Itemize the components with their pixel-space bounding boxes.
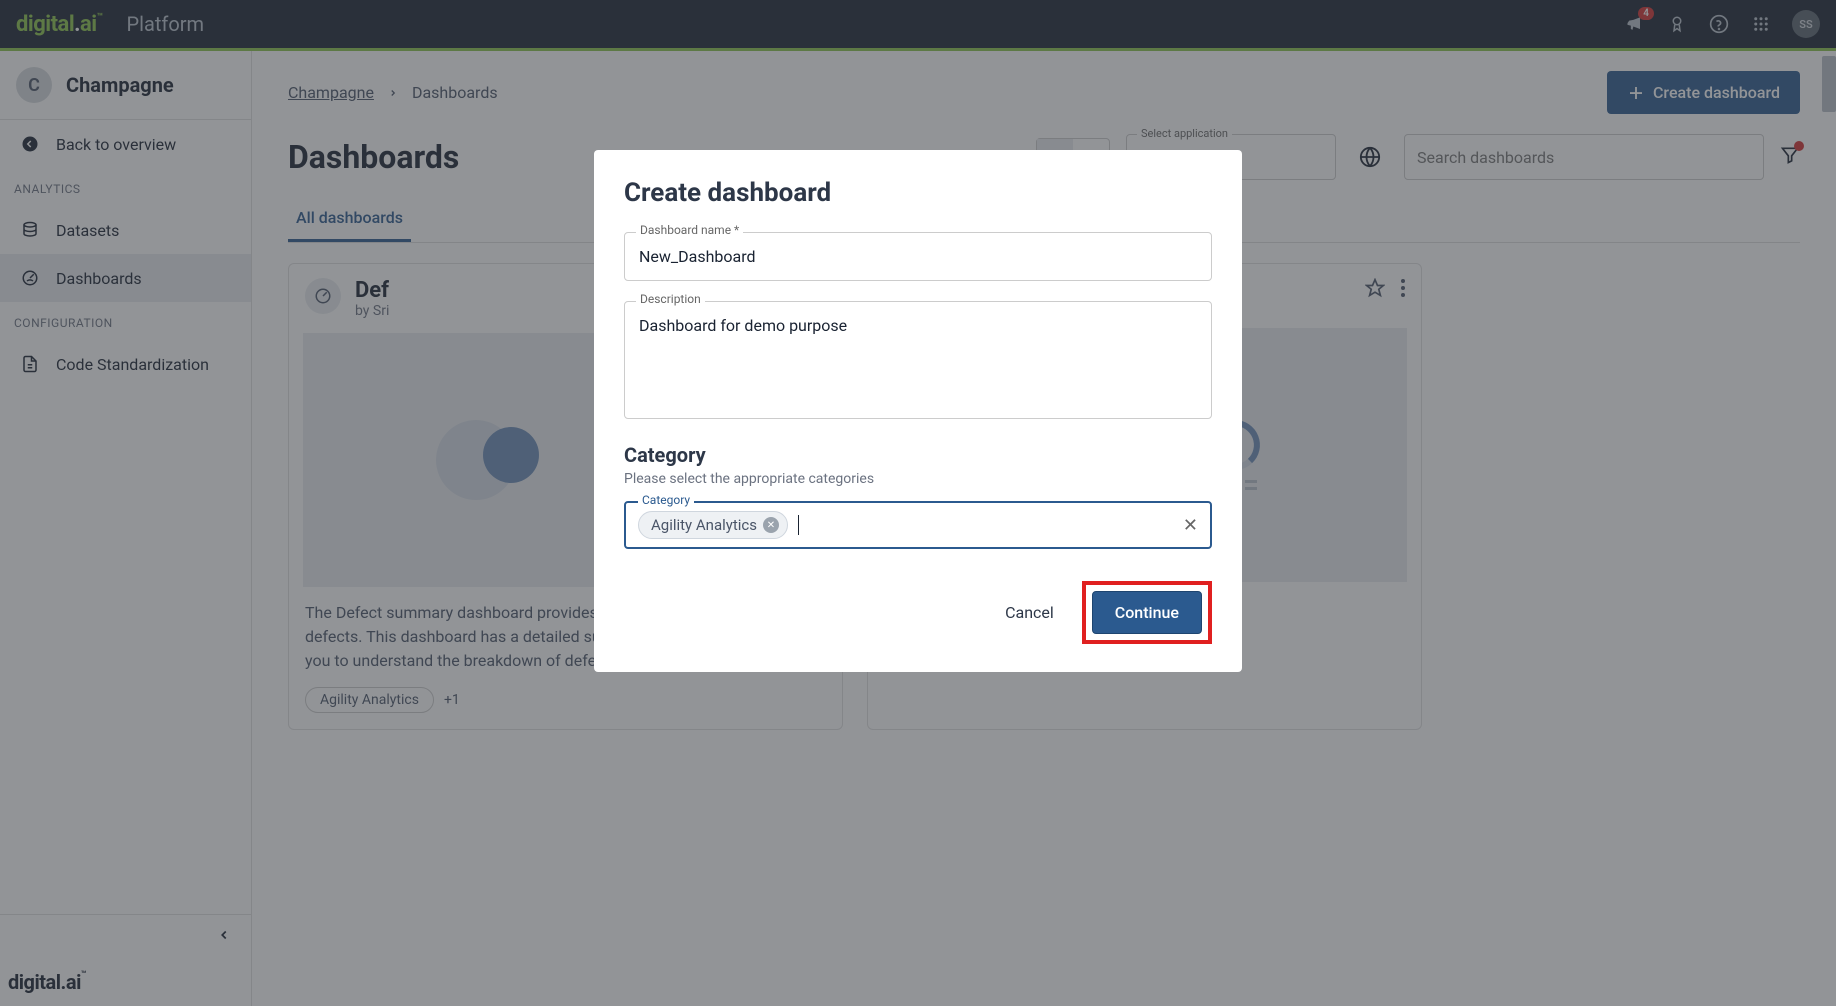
create-dashboard-modal: Create dashboard Dashboard name * Descri…	[594, 150, 1242, 672]
modal-overlay: Create dashboard Dashboard name * Descri…	[0, 0, 1836, 1006]
modal-title: Create dashboard	[624, 178, 1212, 208]
category-chip: Agility Analytics ✕	[638, 511, 788, 539]
cancel-button[interactable]: Cancel	[1001, 593, 1058, 632]
clear-icon[interactable]: ✕	[1183, 515, 1198, 536]
category-input[interactable]: Category Agility Analytics ✕ ✕	[624, 501, 1212, 549]
continue-button[interactable]: Continue	[1092, 591, 1202, 634]
description-input[interactable]	[624, 301, 1212, 419]
dashboard-name-input[interactable]	[624, 232, 1212, 281]
category-label: Category	[638, 493, 694, 507]
text-cursor	[798, 515, 799, 535]
category-section-title: Category	[624, 443, 1212, 467]
continue-highlight: Continue	[1082, 581, 1212, 644]
chip-remove-icon[interactable]: ✕	[763, 517, 779, 533]
name-label: Dashboard name *	[636, 223, 743, 237]
category-hint: Please select the appropriate categories	[624, 471, 1212, 487]
description-label: Description	[636, 292, 705, 306]
